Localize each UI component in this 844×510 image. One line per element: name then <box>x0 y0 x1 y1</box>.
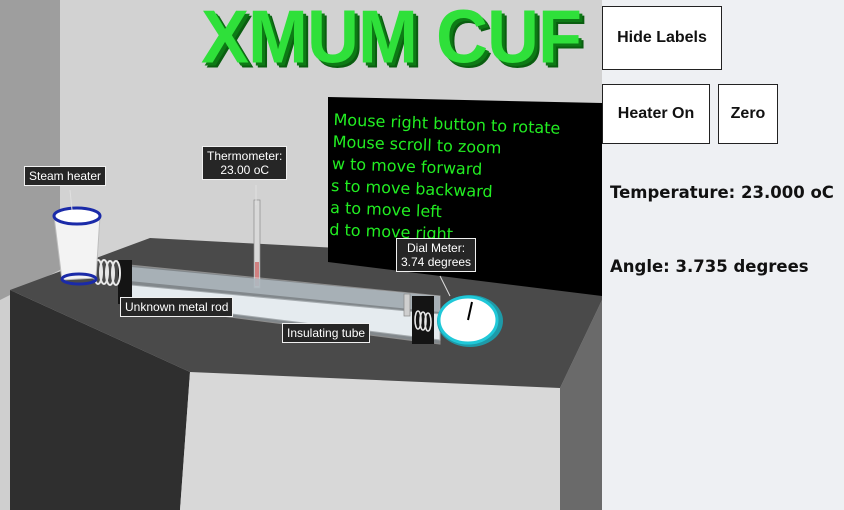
steam-heater-body <box>53 215 101 281</box>
steam-heater-label-text: Steam heater <box>29 169 102 183</box>
metal-rod-label: Unknown metal rod <box>120 297 234 317</box>
hide-labels-button[interactable]: Hide Labels <box>602 6 722 70</box>
thermometer-label-value: 23.00 oC <box>220 163 270 177</box>
zero-button[interactable]: Zero <box>718 84 778 144</box>
angle-readout: Angle: 3.735 degrees <box>610 257 809 276</box>
xmum-banner: XMUM CUF <box>201 0 582 80</box>
dial-meter-label-title: Dial Meter: <box>407 241 466 255</box>
table-front-face <box>180 372 560 510</box>
control-panel: Hide Labels Heater On Zero Temperature: … <box>602 0 844 510</box>
dial-meter-label: Dial Meter: 3.74 degrees <box>396 238 477 272</box>
steam-heater-label: Steam heater <box>24 166 107 186</box>
controls-instructions: Mouse right button to rotate Mouse scrol… <box>329 109 602 251</box>
insulating-tube-label-text: Insulating tube <box>287 326 366 340</box>
steam-heater-top-ring <box>52 206 102 226</box>
insulating-tube-label: Insulating tube <box>282 323 371 343</box>
3d-viewport[interactable]: XMUM CUF Mouse right button to rotate Mo… <box>0 0 602 510</box>
temperature-readout: Temperature: 23.000 oC <box>610 183 834 202</box>
dial-meter-label-value: 3.74 degrees <box>401 255 472 269</box>
metal-rod-label-text: Unknown metal rod <box>125 300 229 314</box>
left-wall <box>0 0 60 300</box>
pin <box>403 293 411 317</box>
heater-on-button[interactable]: Heater On <box>602 84 710 144</box>
thermometer-label: Thermometer: 23.00 oC <box>202 146 288 180</box>
thermometer-label-title: Thermometer: <box>207 149 283 163</box>
